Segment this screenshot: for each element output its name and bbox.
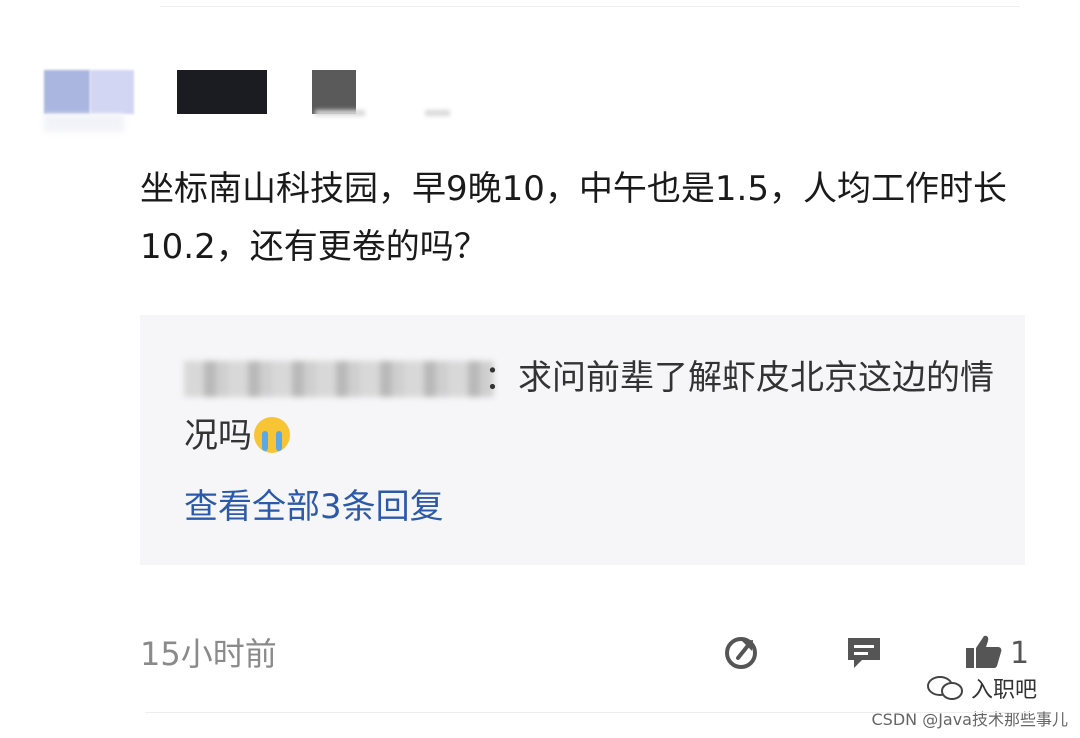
username-redacted[interactable] [177, 70, 267, 114]
comment-button[interactable] [842, 630, 886, 674]
loudly-crying-face-icon [254, 417, 290, 453]
reply-text: ：求问前辈了解虾皮北京这边的情况吗 [184, 349, 994, 465]
avatar-blur-left [44, 70, 90, 114]
share-icon [725, 637, 757, 669]
wechat-icon [927, 676, 963, 700]
like-button[interactable] [962, 630, 1006, 674]
avatar[interactable] [44, 70, 134, 132]
csdn-watermark: CSDN @Java技术那些事儿 [871, 710, 1068, 729]
like-count: 1 [1010, 636, 1030, 671]
timestamp: 15小时前 [140, 635, 277, 673]
reply-preview[interactable]: ：求问前辈了解虾皮北京这边的情况吗 查看全部3条回复 [140, 315, 1025, 565]
comment-icon [848, 638, 880, 668]
thumbs-up-icon [966, 635, 1002, 668]
redacted-meta [315, 110, 365, 116]
bottom-divider [145, 712, 1030, 713]
wechat-watermark-text: 入职吧 [971, 678, 1038, 703]
wechat-watermark: 入职吧 [925, 672, 1037, 704]
share-button[interactable] [720, 630, 764, 674]
avatar-blur-right [90, 70, 134, 114]
view-all-replies-link[interactable]: 查看全部3条回复 [184, 485, 444, 529]
redacted-meta [425, 110, 450, 116]
user-badge-redacted [312, 70, 356, 114]
reply-content: ：求问前辈了解虾皮北京这边的情况吗 [184, 358, 994, 456]
comment-text: 坐标南山科技园，早9晚10，中午也是1.5，人均工作时长10.2，还有更卷的吗？ [140, 169, 1007, 267]
top-divider [160, 6, 1020, 7]
avatar-shadow [44, 114, 124, 132]
